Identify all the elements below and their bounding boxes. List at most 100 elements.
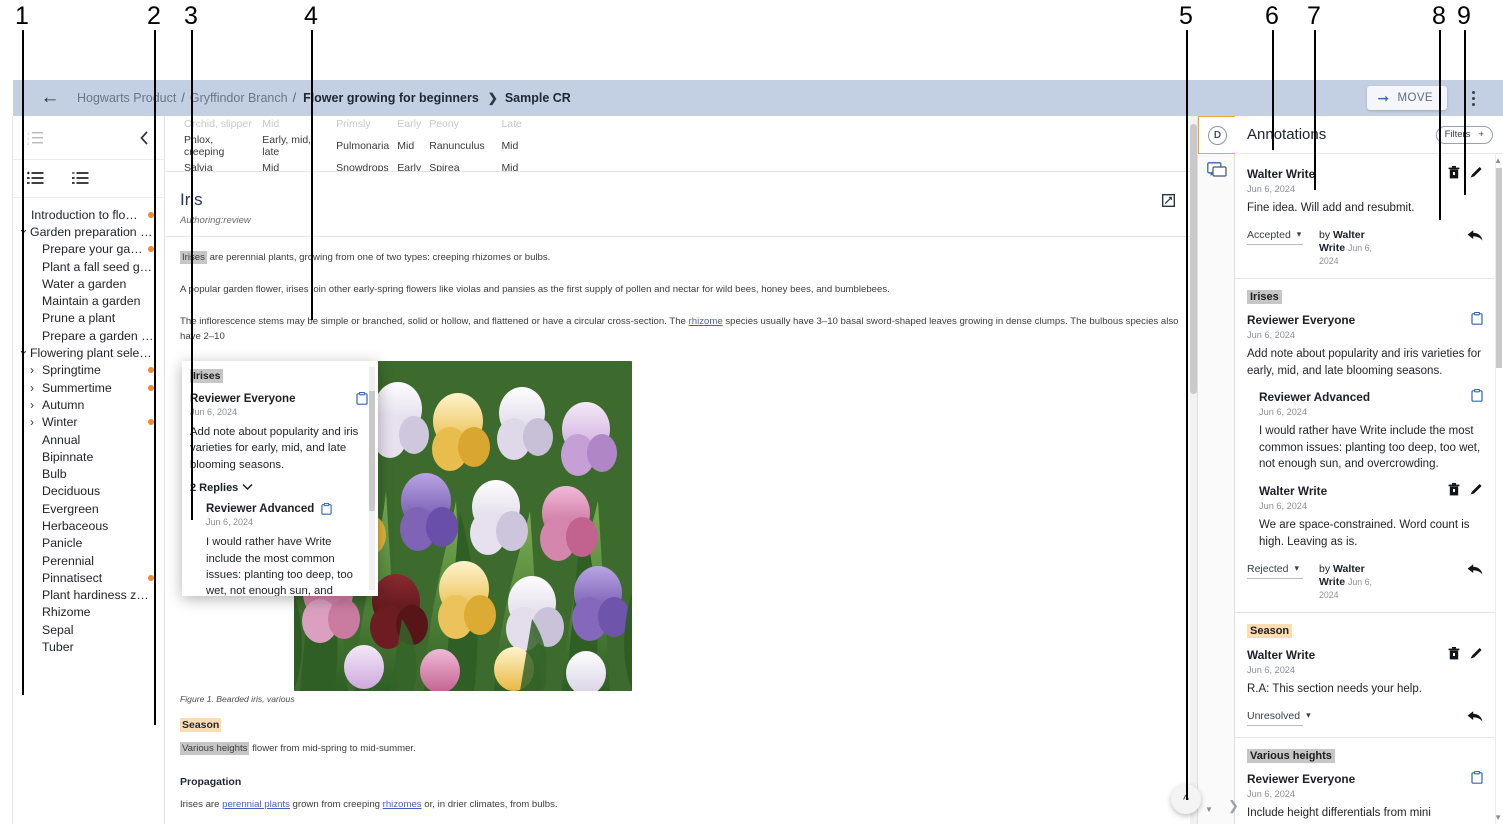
delete-icon[interactable] <box>1448 646 1460 663</box>
sidebar-item[interactable]: Deciduous <box>13 483 164 500</box>
popup-scrollbar-thumb[interactable] <box>369 391 375 511</box>
chevron-down-icon[interactable]: ⌄ <box>18 342 30 358</box>
chevron-right-icon[interactable]: › <box>30 363 42 377</box>
scroll-to-top-button[interactable]: ^ <box>1171 784 1201 814</box>
sidebar-item[interactable]: Evergreen <box>13 500 164 517</box>
table-cell: Late <box>501 118 522 130</box>
chevron-right-icon[interactable]: › <box>30 381 42 395</box>
delete-icon[interactable] <box>1448 165 1460 182</box>
sidebar-item[interactable]: Bulb <box>13 465 164 482</box>
sidebar-item[interactable]: Pinnatisect <box>13 569 164 586</box>
sidebar-item[interactable]: Prune a plant <box>13 310 164 327</box>
sidebar-item[interactable]: › Summertime <box>13 379 164 396</box>
reply-arrow-icon[interactable] <box>1467 710 1483 727</box>
annotations-scrollbar-track[interactable]: ▲ ▼ <box>1494 154 1503 824</box>
collapse-outline-icon[interactable] <box>72 171 89 186</box>
expand-outline-icon[interactable] <box>27 171 44 186</box>
back-arrow-icon[interactable]: ← <box>37 85 63 111</box>
sidebar-item[interactable]: Bipinnate <box>13 448 164 465</box>
chevron-right-icon[interactable]: › <box>30 398 42 412</box>
numbered-list-icon[interactable]: 1 2 3 <box>27 130 44 145</box>
document-circle-icon: D <box>1208 125 1227 145</box>
annotations-scrollbar-thumb[interactable] <box>1496 168 1502 368</box>
chevron-right-icon[interactable]: › <box>30 415 42 429</box>
scroll-down-caret-icon[interactable]: ▼ <box>1205 805 1213 814</box>
more-vertical-icon[interactable] <box>1461 84 1485 112</box>
link-perennial-plants[interactable]: perennial plants <box>222 799 290 810</box>
document-scrollbar-thumb[interactable] <box>1190 124 1197 394</box>
highlight-season[interactable]: Season <box>180 718 222 733</box>
delete-icon[interactable] <box>1448 482 1460 499</box>
chevron-down-icon[interactable]: ⌄ <box>18 221 30 237</box>
sidebar-item[interactable]: Plant hardiness zone <box>13 587 164 604</box>
annotation-card[interactable]: Season Walter Write Jun 6, 2024 R.A: This s… <box>1235 613 1495 738</box>
popup-author-name: Reviewer Everyone <box>190 392 296 405</box>
sidebar-item[interactable]: › Springtime <box>13 362 164 379</box>
clipboard-icon[interactable] <box>321 503 332 515</box>
reply-arrow-icon[interactable] <box>1467 229 1483 246</box>
scroll-up-arrow-icon[interactable]: ▲ <box>1494 156 1502 165</box>
annotation-anchor-text[interactable]: Various heights <box>1247 748 1335 763</box>
sidebar-item[interactable]: Panicle <box>13 535 164 552</box>
annotation-status-dropdown[interactable]: Rejected ▾ <box>1247 563 1303 579</box>
plant-season-table: Orchid, slipper Mid Primsly Early Peony Late P… <box>180 116 562 171</box>
pencil-icon[interactable] <box>1469 646 1483 663</box>
sidebar-item[interactable]: ⌄Garden preparation and ... <box>13 221 164 240</box>
annotation-status-dropdown[interactable]: Unresolved ▾ <box>1247 710 1311 726</box>
plus-icon: + <box>1478 129 1484 140</box>
unread-annotation-dot <box>148 574 154 581</box>
sidebar-item[interactable]: Perennial <box>13 552 164 569</box>
sidebar-item[interactable]: Annual <box>13 431 164 448</box>
sidebar-item[interactable]: ⌄ Flowering plant selection <box>13 342 164 361</box>
sidebar-item[interactable]: Rhizome <box>13 604 164 621</box>
pencil-icon[interactable] <box>1469 482 1483 499</box>
rail-tab-document[interactable]: D <box>1198 116 1236 154</box>
annotation-anchor-text[interactable]: Season <box>1247 624 1293 638</box>
breadcrumb-org[interactable]: Hogwarts Product <box>77 91 176 105</box>
sidebar-item[interactable]: Herbaceous <box>13 517 164 534</box>
expand-panel-button[interactable]: ❯ <box>1228 798 1239 814</box>
sidebar-item[interactable]: Water a garden <box>13 275 164 292</box>
scroll-down-arrow-icon[interactable]: ▼ <box>1494 813 1502 822</box>
highlight-various-heights[interactable]: Various heights <box>180 741 250 755</box>
comment-popup[interactable]: Irises Reviewer Everyone Jun 6, 2024 Add… <box>182 361 378 596</box>
chevron-left-icon[interactable] <box>139 130 150 145</box>
breadcrumb-branch[interactable]: Gryffindor Branch <box>190 91 288 105</box>
paragraph-season-rest: flower from mid-spring to mid-summer. <box>249 742 416 754</box>
popup-replies-toggle[interactable]: 2 Replies <box>190 482 368 494</box>
clipboard-icon[interactable] <box>1471 770 1483 787</box>
sidebar-item[interactable]: Prepare a garden for th... <box>13 327 164 344</box>
annotation-text: Add note about popularity and iris varie… <box>1247 348 1481 377</box>
sidebar-item[interactable]: Introduction to flowering... <box>13 206 164 223</box>
sidebar-item-label: Annual <box>42 432 81 447</box>
edit-square-icon[interactable] <box>1161 193 1176 212</box>
annotation-card[interactable]: Various heights Reviewer Everyone Jun 6, 2… <box>1235 738 1495 824</box>
sidebar-item[interactable]: Tuber <box>13 638 164 655</box>
highlight-irises[interactable]: Irises <box>180 251 207 264</box>
sidebar-item-label: Bipinnate <box>42 449 94 464</box>
annotation-date: Jun 6, 2024 <box>1259 406 1308 417</box>
link-rhizome[interactable]: rhizome <box>689 316 723 327</box>
annotation-card[interactable]: Irises Reviewer Everyone Jun 6, 2024 Add no… <box>1235 279 1495 613</box>
annotation-card[interactable]: Walter Write Jun 6, 2024 Fine idea. Will a… <box>1235 154 1495 280</box>
sidebar-item-label: Herbaceous <box>42 518 109 533</box>
sidebar-item[interactable]: Prepare your garden <box>13 241 164 258</box>
clipboard-icon[interactable] <box>1471 388 1483 405</box>
sidebar-item[interactable]: Maintain a garden <box>13 292 164 309</box>
pencil-icon[interactable] <box>1469 165 1483 182</box>
sidebar-item[interactable]: Plant a fall seed garden <box>13 258 164 275</box>
annotation-status-dropdown[interactable]: Accepted ▾ <box>1247 229 1303 245</box>
clipboard-icon[interactable] <box>356 392 368 405</box>
table-cell: Mid <box>262 118 280 130</box>
sidebar-item[interactable]: › Winter <box>13 414 164 431</box>
clipboard-icon[interactable] <box>1471 312 1483 328</box>
annotation-anchor-text[interactable]: Irises <box>1247 290 1282 305</box>
breadcrumb-doc[interactable]: Flower growing for beginners <box>303 91 479 105</box>
link-rhizomes[interactable]: rhizomes <box>383 799 422 810</box>
move-button[interactable]: ➞ MOVE <box>1367 86 1447 110</box>
rail-tab-comments[interactable] <box>1198 154 1236 192</box>
sidebar-item[interactable]: › Autumn <box>13 396 164 413</box>
filters-button[interactable]: Filters + <box>1435 125 1493 144</box>
reply-arrow-icon[interactable] <box>1467 563 1483 580</box>
sidebar-item[interactable]: Sepal <box>13 621 164 638</box>
